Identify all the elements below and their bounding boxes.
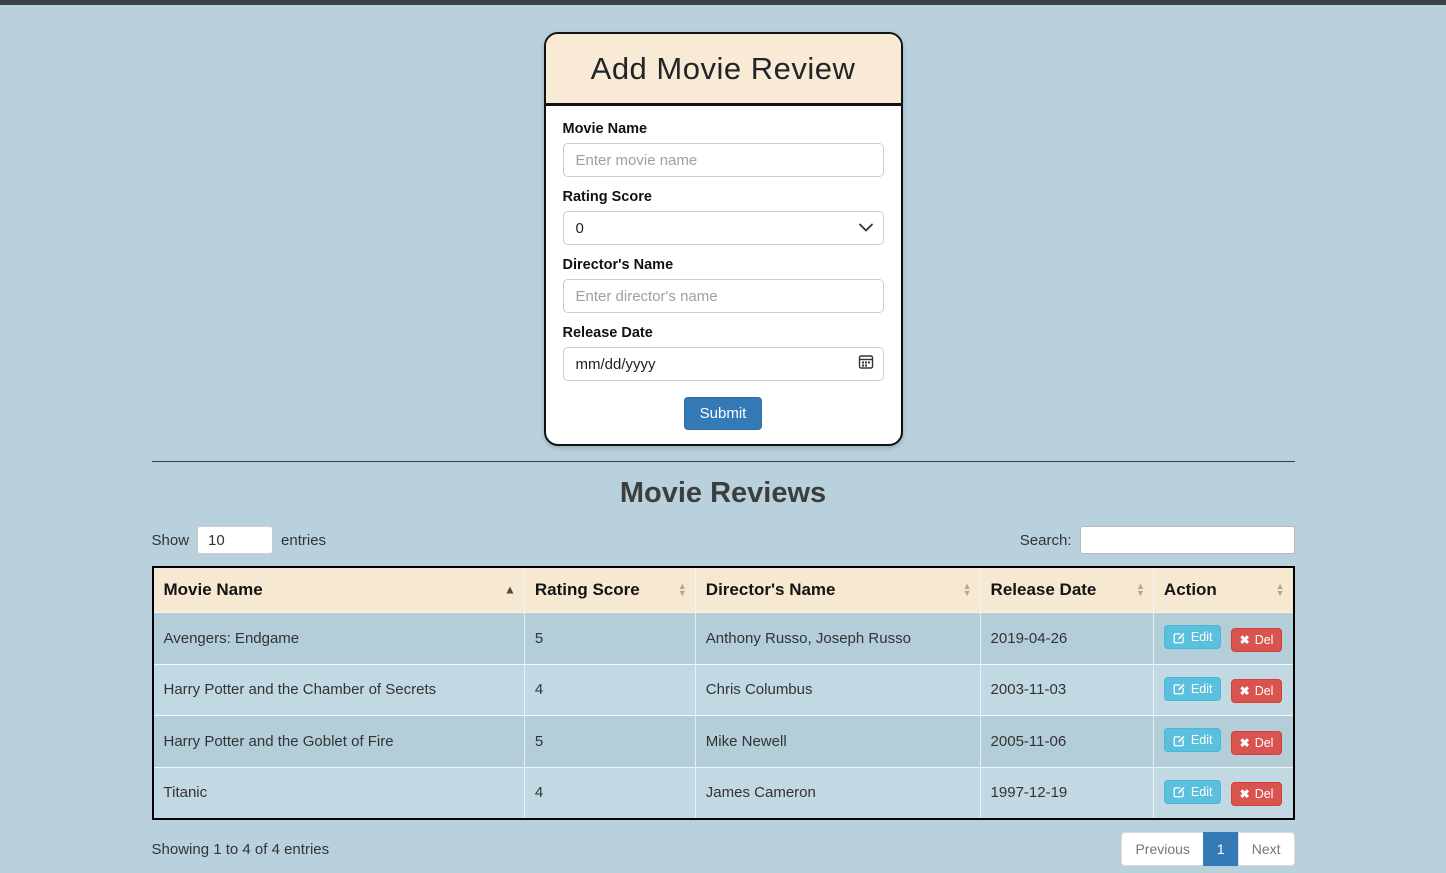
column-header[interactable]: Movie Name ▲ ▼: [153, 567, 525, 613]
cell-action: Edit ✖ Del: [1153, 716, 1293, 768]
pencil-square-icon: [1173, 631, 1186, 644]
movie-reviews-table: Movie Name ▲ ▼ Rating Score ▲ ▼ Director…: [152, 566, 1295, 820]
cell-action: Edit ✖ Del: [1153, 664, 1293, 716]
cell-action: Edit ✖ Del: [1153, 613, 1293, 665]
card-header: Add Movie Review: [546, 34, 901, 106]
delete-button[interactable]: ✖ Del: [1231, 731, 1283, 755]
card-body: Movie Name Rating Score 0 Director's Nam…: [546, 106, 901, 444]
table-info-text: Showing 1 to 4 of 4 entries: [152, 841, 330, 858]
sort-arrows-icon: ▲ ▼: [678, 583, 687, 597]
delete-button[interactable]: ✖ Del: [1231, 782, 1283, 806]
sort-arrows-icon: ▲ ▼: [504, 587, 516, 594]
cell-director-name: James Cameron: [695, 767, 980, 819]
movie-name-label: Movie Name: [563, 121, 884, 137]
search-input[interactable]: [1080, 526, 1295, 554]
edit-button[interactable]: Edit: [1164, 780, 1222, 804]
cell-rating-score: 5: [524, 613, 695, 665]
pencil-square-icon: [1173, 785, 1186, 798]
delete-button[interactable]: ✖ Del: [1231, 628, 1283, 652]
length-label-after: entries: [281, 532, 326, 549]
release-date-label: Release Date: [563, 325, 884, 341]
x-icon: ✖: [1240, 634, 1250, 646]
edit-button[interactable]: Edit: [1164, 677, 1222, 701]
table-header-row: Movie Name ▲ ▼ Rating Score ▲ ▼ Director…: [153, 567, 1294, 613]
x-icon: ✖: [1240, 685, 1250, 697]
window-top-edge: [0, 0, 1446, 5]
cell-action: Edit ✖ Del: [1153, 767, 1293, 819]
rating-score-select[interactable]: 0: [563, 211, 884, 245]
cell-rating-score: 5: [524, 716, 695, 768]
reviews-title: Movie Reviews: [152, 477, 1295, 510]
cell-release-date: 2003-11-03: [980, 664, 1153, 716]
delete-button[interactable]: ✖ Del: [1231, 679, 1283, 703]
cell-rating-score: 4: [524, 767, 695, 819]
add-movie-review-card: Add Movie Review Movie Name Rating Score…: [544, 32, 903, 446]
reviews-section: Movie Reviews Show 10 entries Search: Mo…: [152, 461, 1295, 866]
table-body: Avengers: Endgame 5 Anthony Russo, Josep…: [153, 613, 1294, 820]
pagination-next[interactable]: Next: [1238, 832, 1295, 866]
x-icon: ✖: [1240, 788, 1250, 800]
x-icon: ✖: [1240, 737, 1250, 749]
table-row: Avengers: Endgame 5 Anthony Russo, Josep…: [153, 613, 1294, 665]
movie-name-input[interactable]: [563, 143, 884, 177]
cell-director-name: Anthony Russo, Joseph Russo: [695, 613, 980, 665]
section-divider: [152, 461, 1295, 462]
column-header[interactable]: Director's Name ▲ ▼: [695, 567, 980, 613]
cell-director-name: Chris Columbus: [695, 664, 980, 716]
table-row: Titanic 4 James Cameron 1997-12-19 Edit …: [153, 767, 1294, 819]
length-menu: Show 10 entries: [152, 526, 327, 554]
pagination-previous[interactable]: Previous: [1121, 832, 1203, 866]
search-control: Search:: [1020, 526, 1295, 554]
cell-rating-score: 4: [524, 664, 695, 716]
release-date-input[interactable]: [563, 347, 884, 381]
cell-director-name: Mike Newell: [695, 716, 980, 768]
sort-arrows-icon: ▲ ▼: [1276, 583, 1285, 597]
card-title: Add Movie Review: [546, 51, 901, 87]
cell-release-date: 2019-04-26: [980, 613, 1153, 665]
pagination-page-1[interactable]: 1: [1203, 832, 1239, 866]
table-row: Harry Potter and the Goblet of Fire 5 Mi…: [153, 716, 1294, 768]
director-name-input[interactable]: [563, 279, 884, 313]
pencil-square-icon: [1173, 682, 1186, 695]
rating-score-label: Rating Score: [563, 189, 884, 205]
length-label-before: Show: [152, 532, 190, 549]
entries-per-page-select[interactable]: 10: [197, 526, 273, 554]
cell-release-date: 2005-11-06: [980, 716, 1153, 768]
sort-arrows-icon: ▲ ▼: [1136, 583, 1145, 597]
sort-arrows-icon: ▲ ▼: [963, 583, 972, 597]
pagination: Previous 1 Next: [1121, 832, 1294, 866]
column-header[interactable]: Action ▲ ▼: [1153, 567, 1293, 613]
table-row: Harry Potter and the Chamber of Secrets …: [153, 664, 1294, 716]
cell-movie-name: Harry Potter and the Goblet of Fire: [153, 716, 525, 768]
search-label: Search:: [1020, 532, 1072, 549]
cell-movie-name: Harry Potter and the Chamber of Secrets: [153, 664, 525, 716]
column-header[interactable]: Release Date ▲ ▼: [980, 567, 1153, 613]
pencil-square-icon: [1173, 734, 1186, 747]
submit-button[interactable]: Submit: [684, 397, 763, 430]
director-name-label: Director's Name: [563, 257, 884, 273]
edit-button[interactable]: Edit: [1164, 728, 1222, 752]
cell-movie-name: Titanic: [153, 767, 525, 819]
edit-button[interactable]: Edit: [1164, 625, 1222, 649]
cell-movie-name: Avengers: Endgame: [153, 613, 525, 665]
column-header[interactable]: Rating Score ▲ ▼: [524, 567, 695, 613]
cell-release-date: 1997-12-19: [980, 767, 1153, 819]
